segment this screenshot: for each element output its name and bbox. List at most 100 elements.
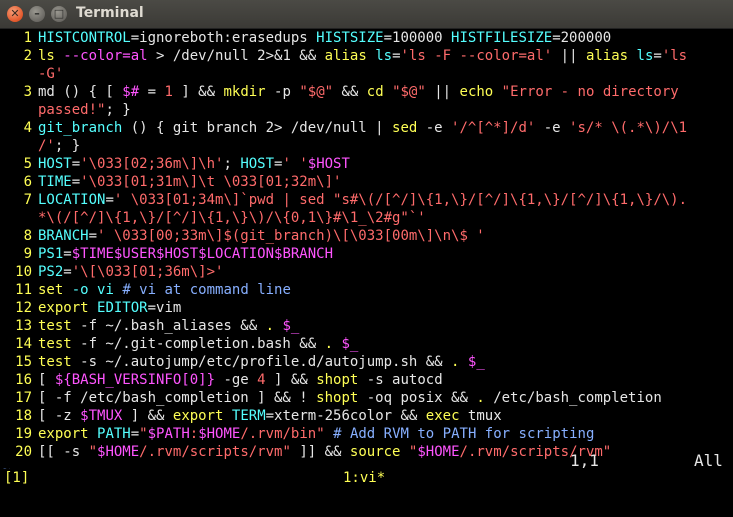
code-line[interactable]: passed!"; } xyxy=(0,101,131,119)
code-line[interactable]: 7 LOCATION=' \033[01;34m\]`pwd | sed "s#\… xyxy=(0,191,687,209)
line-number: 10 xyxy=(15,264,32,280)
tmux-window[interactable]: 1:vi* xyxy=(343,469,385,488)
code-line[interactable]: 2 ls --color=al > /dev/null 2>&1 && alias… xyxy=(0,47,688,65)
code-token: $HOST xyxy=(307,156,350,172)
code-line[interactable]: 4 git_branch () { git branch 2> /dev/null… xyxy=(0,119,688,137)
code-line[interactable]: 3 md () { [ $# = 1 ] && mkdir -p "$@" && … xyxy=(0,83,679,101)
code-line[interactable]: 17 [ -f /etc/bash_completion ] && ! shopt… xyxy=(0,389,662,407)
code-token: HISTFILESIZE xyxy=(451,30,553,46)
code-token: 4 xyxy=(257,372,266,388)
code-token: = xyxy=(653,48,662,64)
code-token: "$@" xyxy=(392,84,426,100)
code-token: tmux xyxy=(459,408,502,424)
code-token: ls xyxy=(38,48,55,64)
tmux-status-bar: [1] 1:vi* xyxy=(0,469,733,488)
code-token: ] && xyxy=(265,372,317,388)
code-token: && xyxy=(333,84,367,100)
code-token: '\033[01;31m\]\t \033[01;32m\]' xyxy=(80,174,342,190)
code-token: echo xyxy=(459,84,494,100)
code-token: =xterm-256color && xyxy=(265,408,426,424)
code-token: . xyxy=(265,318,275,334)
code-token: = xyxy=(71,174,81,190)
code-line[interactable]: 12 export EDITOR=vim xyxy=(0,299,181,317)
code-token: HISTCONTROL xyxy=(38,30,131,46)
code-token: shopt xyxy=(316,390,359,406)
code-token: . xyxy=(324,336,334,352)
title-bar[interactable]: ✕ – □ Terminal xyxy=(0,0,733,29)
code-token: : xyxy=(189,426,199,442)
code-token: test xyxy=(38,354,72,370)
code-line[interactable]: 11 set -o vi # vi at command line xyxy=(0,281,291,299)
code-token: [ xyxy=(38,372,55,388)
code-line[interactable]: -G' xyxy=(0,65,63,83)
code-token: export xyxy=(38,426,89,442)
line-number: 5 xyxy=(23,156,32,172)
code-token: [ -z xyxy=(38,408,81,424)
close-icon[interactable]: ✕ xyxy=(7,6,23,22)
line-number: 8 xyxy=(23,228,32,244)
line-number: 14 xyxy=(15,336,32,352)
code-line[interactable]: 5 HOST='\033[02;36m\]\h'; HOST=' '$HOST xyxy=(0,155,350,173)
code-token: mkdir xyxy=(223,84,266,100)
code-line[interactable]: 6 TIME='\033[01;31m\]\t \033[01;32m\]' xyxy=(0,173,342,191)
code-token: md () { [ xyxy=(38,84,123,100)
line-number: 7 xyxy=(23,192,32,208)
code-token: " xyxy=(139,426,148,442)
code-line[interactable]: 9 PS1=$TIME$USER$HOST$LOCATION$BRANCH xyxy=(0,245,333,263)
code-line[interactable]: 18 [ -z $TMUX ] && export TERM=xterm-256c… xyxy=(0,407,502,425)
cursor-position: 1,1 xyxy=(570,451,599,470)
code-token: =100000 xyxy=(383,30,452,46)
code-token: =ignoreboth:erasedups xyxy=(130,30,317,46)
code-token: 'ls -F --color=al' xyxy=(400,48,553,64)
line-number: 1 xyxy=(23,30,32,46)
code-token: -ge xyxy=(215,372,258,388)
code-line[interactable]: *\(/[^/]\{1,\}/[^/]\{1,\}\)/\{0,1\}#\1_\… xyxy=(0,209,426,227)
code-line[interactable]: 19 export PATH="$PATH:$HOME/.rvm/bin" # A… xyxy=(0,425,594,443)
code-token: export xyxy=(38,300,89,316)
maximize-icon[interactable]: □ xyxy=(51,6,67,22)
window-title: Terminal xyxy=(76,5,144,21)
code-token: $_ xyxy=(282,318,300,334)
code-token: EDITOR xyxy=(97,300,148,316)
code-token: ; xyxy=(223,156,241,172)
terminal-content[interactable]: 1 HISTCONTROL=ignoreboth:erasedups HISTSI… xyxy=(0,29,733,517)
code-line[interactable]: 1 HISTCONTROL=ignoreboth:erasedups HISTSI… xyxy=(0,29,612,47)
code-token: test xyxy=(38,318,72,334)
code-token: ls xyxy=(375,48,393,64)
code-token: test xyxy=(38,336,72,352)
code-token: () { git branch 2> /dev/null | xyxy=(122,120,393,136)
code-token: "$@" xyxy=(299,84,334,100)
code-token: -e xyxy=(417,120,452,136)
code-token: = xyxy=(88,228,98,244)
code-token: shopt xyxy=(316,372,359,388)
code-token: || xyxy=(552,48,586,64)
code-token: -oq posix && xyxy=(358,390,477,406)
minimize-icon[interactable]: – xyxy=(29,6,45,22)
code-token: set xyxy=(38,282,64,298)
line-number: 13 xyxy=(15,318,32,334)
line-number: 9 xyxy=(23,246,32,262)
code-line[interactable]: 10 PS2='\[\033[01;36m\]>' xyxy=(0,263,223,281)
code-token: [ -f /etc/bash_completion ] && ! xyxy=(38,390,317,406)
code-token: -G' xyxy=(38,66,64,82)
code-token: --color=al xyxy=(63,48,148,64)
tmux-session[interactable]: [1] xyxy=(4,469,29,488)
line-number: 4 xyxy=(23,120,32,136)
code-line[interactable]: /'; } xyxy=(0,137,80,155)
line-number: 17 xyxy=(15,390,32,406)
code-line[interactable]: 15 test -s ~/.autojump/etc/profile.d/auto… xyxy=(0,353,485,371)
code-line[interactable]: 8 BRANCH=' \033[00;33m\]$(git_branch)\[\0… xyxy=(0,227,485,245)
code-line[interactable]: 16 [ ${BASH_VERSINFO[0]} -ge 4 ] && shopt… xyxy=(0,371,443,389)
code-line[interactable]: 14 test -f ~/.git-completion.bash && . $_ xyxy=(0,335,358,353)
code-line[interactable]: 13 test -f ~/.bash_aliases && . $_ xyxy=(0,317,299,335)
code-token: LOCATION xyxy=(38,192,106,208)
code-token: PS1 xyxy=(38,246,64,262)
code-token: ' \033[00;33m\]$(git_branch)\[\033[00m\]… xyxy=(97,228,485,244)
code-token: # vi at command line xyxy=(122,282,291,298)
code-token: '\033[02;36m\]\h' xyxy=(80,156,224,172)
